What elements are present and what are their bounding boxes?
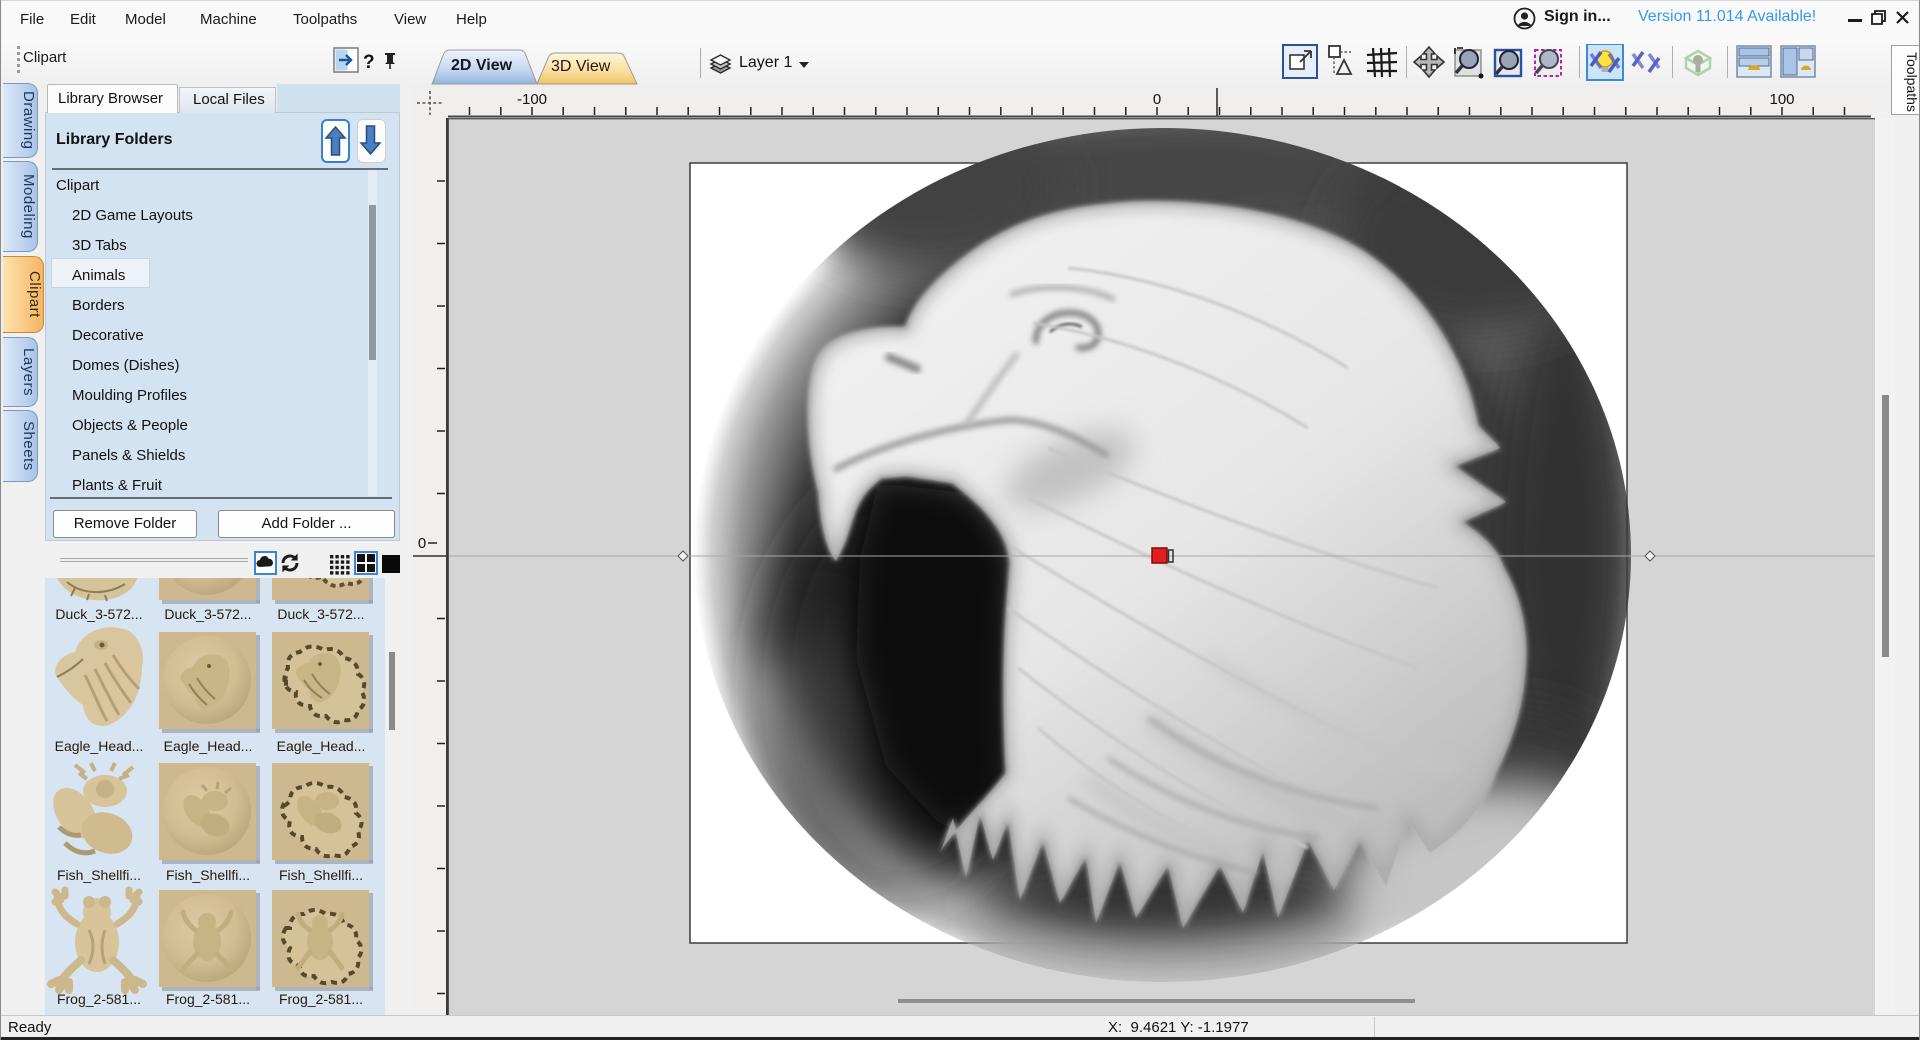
svg-text:0: 0 [1153, 91, 1161, 108]
svg-text:?: ? [363, 52, 375, 73]
svg-text:100: 100 [1769, 91, 1794, 108]
svg-text:-100: -100 [517, 91, 547, 108]
svg-text:0: 0 [418, 535, 426, 552]
